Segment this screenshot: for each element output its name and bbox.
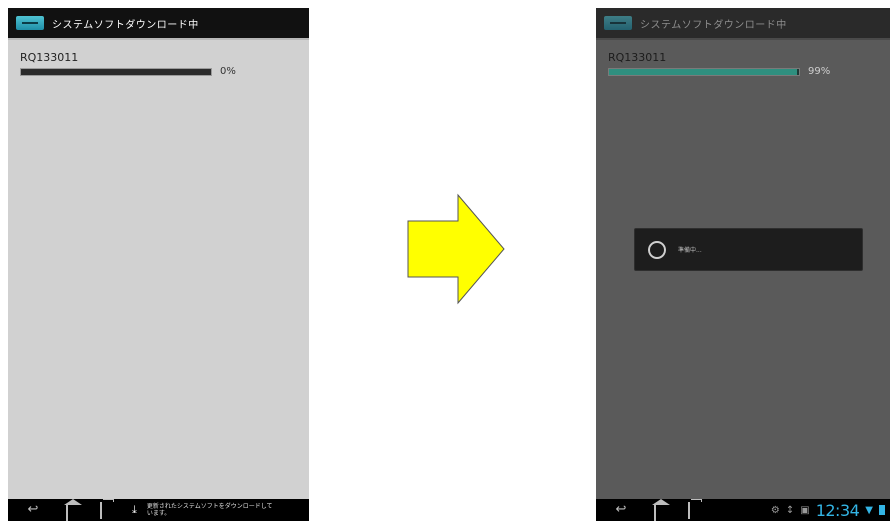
download-item: RQ133011 0% xyxy=(20,52,299,77)
app-icon xyxy=(16,16,44,30)
title-bar: システムソフトダウンロード中 xyxy=(596,8,890,38)
settings-icon: ⚙ xyxy=(770,504,780,516)
battery-icon xyxy=(879,505,885,515)
progress-fill xyxy=(609,68,798,75)
progress-percent: 0% xyxy=(220,66,236,77)
usb-icon: ↕ xyxy=(785,504,795,516)
screen-after: システムソフトダウンロード中 RQ133011 99% 準備中... ↩ ⚙ ↕ xyxy=(596,8,890,521)
window-title: システムソフトダウンロード中 xyxy=(640,19,787,31)
dialog-message: 準備中... xyxy=(678,247,702,254)
screen-before: システムソフトダウンロード中 RQ133011 0% ↩ ⤓ 更新されたシステム… xyxy=(8,8,309,521)
spinner-icon xyxy=(648,240,666,259)
progress-percent: 99% xyxy=(808,66,831,77)
back-icon[interactable]: ↩ xyxy=(20,499,46,521)
progress-dialog: 準備中... xyxy=(634,228,863,271)
title-divider xyxy=(8,38,309,40)
clock: 12:34 xyxy=(815,500,860,520)
download-name: RQ133011 xyxy=(20,51,79,64)
download-icon: ⤓ xyxy=(132,503,137,516)
title-bar: システムソフトダウンロード中 xyxy=(8,8,309,38)
progress-row: 99% xyxy=(608,66,881,77)
notification-text: 更新されたシステムソフトをダウンロードしています。 xyxy=(146,503,273,517)
window-title: システムソフトダウンロード中 xyxy=(52,19,199,31)
download-name: RQ133011 xyxy=(608,51,667,64)
back-icon[interactable]: ↩ xyxy=(608,499,634,521)
recent-apps-icon[interactable] xyxy=(676,499,702,521)
download-item: RQ133011 99% xyxy=(608,52,881,77)
progress-bar xyxy=(608,67,800,76)
title-divider xyxy=(596,38,890,40)
home-icon[interactable] xyxy=(54,499,80,521)
notification[interactable]: ⤓ 更新されたシステムソフトをダウンロードしています。 xyxy=(128,503,277,517)
status-area[interactable]: ⚙ ↕ ▣ 12:34 ▼ xyxy=(771,501,885,520)
right-arrow-icon xyxy=(407,193,505,305)
recent-apps-icon[interactable] xyxy=(88,499,114,521)
progress-bar xyxy=(20,67,212,76)
home-icon[interactable] xyxy=(642,499,668,521)
progress-row: 0% xyxy=(20,66,299,77)
navigation-bar: ↩ ⚙ ↕ ▣ 12:34 ▼ xyxy=(596,499,890,521)
navigation-bar: ↩ ⤓ 更新されたシステムソフトをダウンロードしています。 xyxy=(8,499,309,521)
image-icon: ▣ xyxy=(800,504,810,516)
wifi-icon: ▼ xyxy=(865,504,873,516)
comparison-page: システムソフトダウンロード中 RQ133011 0% ↩ ⤓ 更新されたシステム… xyxy=(0,0,890,521)
app-icon xyxy=(604,16,632,30)
